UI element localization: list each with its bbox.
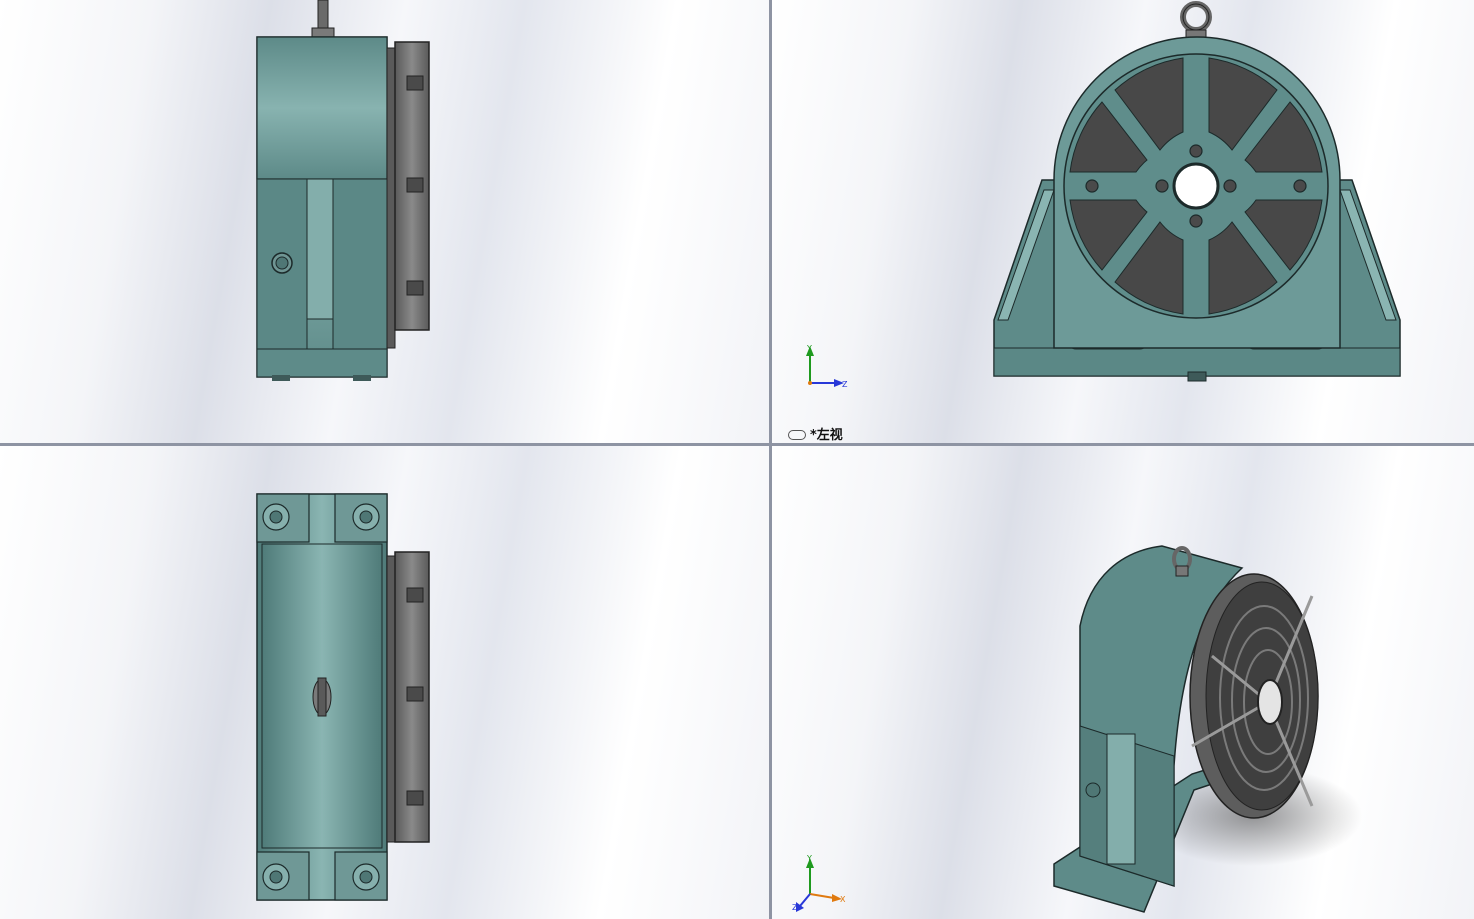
front-view-model <box>256 0 430 381</box>
isometric-view-model: Y X Z <box>792 545 1362 913</box>
active-view-label[interactable]: *左视 <box>788 424 843 443</box>
left-view-model: Y Z <box>806 1 1401 389</box>
horizontal-splitter[interactable] <box>0 443 1474 446</box>
svg-text:Z: Z <box>842 380 848 389</box>
front-view-viewport[interactable] <box>0 0 769 443</box>
svg-text:Y: Y <box>806 854 812 863</box>
active-view-label-text: *左视 <box>810 428 843 443</box>
coordinate-triad: Y Z <box>806 344 848 389</box>
left-view-viewport[interactable]: Y Z <box>772 0 1474 443</box>
isometric-view-viewport[interactable]: Y X Z <box>772 446 1474 919</box>
vertical-splitter[interactable] <box>769 0 772 919</box>
link-icon <box>788 429 806 440</box>
svg-text:Y: Y <box>806 344 812 353</box>
top-view-model <box>256 493 430 901</box>
svg-text:Z: Z <box>792 903 798 912</box>
coordinate-triad-iso: Y X Z <box>792 854 846 912</box>
top-view-viewport[interactable] <box>0 446 769 919</box>
svg-text:X: X <box>840 895 846 904</box>
